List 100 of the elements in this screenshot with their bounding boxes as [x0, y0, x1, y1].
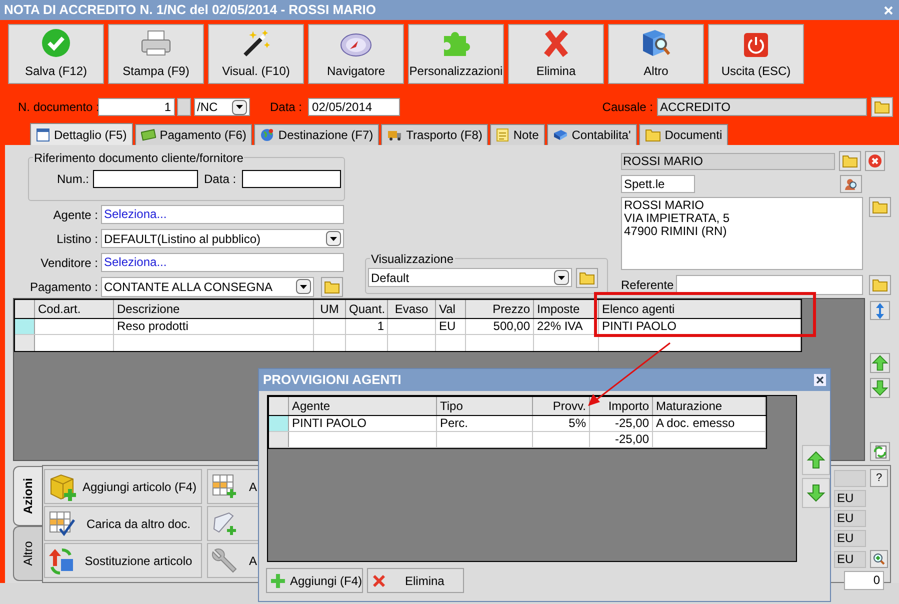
toolbar-button[interactable]: Altro [608, 24, 704, 84]
toolbar-button[interactable]: Stampa (F9) [108, 24, 204, 84]
up-arrow-icon [871, 353, 890, 373]
causale-field[interactable]: ACCREDITO [657, 98, 867, 116]
wrench-icon [211, 546, 239, 574]
folder-button[interactable] [321, 276, 343, 296]
field-label: Venditore : [40, 254, 99, 272]
folder-button[interactable] [871, 97, 893, 117]
dropdown-button[interactable] [232, 100, 247, 114]
folder-button[interactable] [869, 197, 891, 217]
customer-name-field[interactable]: ROSSI MARIO [621, 152, 835, 170]
toolbar-button[interactable]: Salva (F12) [8, 24, 104, 84]
close-button[interactable] [814, 374, 826, 386]
caret-icon [558, 276, 565, 280]
address-line: VIA IMPIETRATA, 5 [624, 212, 731, 225]
folder-button[interactable] [576, 268, 598, 288]
tab[interactable]: Contabilita' [546, 124, 637, 145]
action-button[interactable]: Aggiungi articolo (F4) [44, 469, 202, 504]
tab[interactable]: Pagamento (F6) [134, 124, 252, 145]
toolbar-button[interactable]: Elimina [508, 24, 604, 84]
move-down-button[interactable] [870, 378, 890, 398]
field-label: Num.: [57, 171, 90, 188]
scroll-add-icon [211, 510, 239, 538]
search-person-button[interactable] [840, 175, 862, 193]
folder-button[interactable] [869, 275, 891, 295]
move-up-button[interactable] [870, 353, 890, 373]
vertical-tab[interactable]: Altro [13, 526, 42, 581]
column-header: Elenco agenti [599, 300, 801, 318]
dropdown-button[interactable] [326, 231, 341, 246]
series-dropdown[interactable]: /NC [194, 98, 250, 116]
refresh-button[interactable] [870, 442, 890, 461]
globe-icon [260, 128, 274, 142]
folder-icon [579, 270, 595, 284]
count-field: 0 [844, 571, 884, 590]
dialog-button[interactable]: Aggiungi (F4) [266, 568, 363, 593]
address-line: ROSSI MARIO [624, 199, 706, 212]
dropdown-field[interactable]: DEFAULT(Listino al pubblico) [101, 229, 344, 248]
address-field[interactable]: ROSSI MARIO VIA IMPIETRATA, 5 47900 RIMINI (RN) [621, 197, 863, 270]
move-down-button[interactable] [802, 478, 830, 508]
vertical-tab[interactable]: Azioni [13, 466, 42, 526]
toolbar-button[interactable]: Personalizzazioni [408, 24, 504, 84]
help-button[interactable]: ? [870, 469, 888, 487]
compass-icon [340, 32, 372, 58]
select-link-field[interactable]: Seleziona... [101, 253, 344, 272]
down-arrow-icon [806, 483, 826, 503]
tab[interactable]: Documenti [638, 124, 728, 145]
toolbar-button[interactable]: Visual. (F10) [208, 24, 304, 84]
remove-button[interactable] [865, 151, 885, 171]
dropdown-field[interactable]: CONTANTE ALLA CONSEGNA [101, 276, 314, 296]
move-up-button[interactable] [802, 445, 830, 475]
toolbar-button[interactable]: Uscita (ESC) [708, 24, 804, 84]
dropdown-button[interactable] [296, 279, 311, 294]
folder-icon [644, 128, 661, 142]
table-cell: 1 [377, 319, 384, 333]
tab[interactable]: Trasporto (F8) [381, 124, 488, 145]
folder-icon [842, 154, 858, 168]
refresh-icon [873, 444, 888, 458]
row-header[interactable] [269, 416, 289, 431]
move-button[interactable] [870, 301, 890, 320]
row-header[interactable] [15, 319, 35, 334]
date-field[interactable]: 02/05/2014 [308, 98, 400, 116]
column-header: Maturazione [653, 397, 766, 415]
row-header[interactable] [269, 432, 289, 447]
zoom-in-icon [873, 553, 885, 565]
caret-icon [300, 284, 307, 288]
table-cell: PINTI PAOLO [602, 319, 676, 333]
dropdown-button[interactable] [554, 270, 569, 285]
checkmark-icon [41, 28, 71, 58]
tab[interactable]: Note [490, 124, 545, 145]
dialog-button[interactable]: Elimina [367, 568, 464, 593]
folder-icon [874, 100, 890, 114]
action-button[interactable]: Carica da altro doc. [44, 506, 202, 541]
column-header: Prezzo [466, 300, 534, 318]
zoom-button[interactable] [870, 550, 888, 568]
tab[interactable]: Dettaglio (F5) [30, 123, 133, 145]
select-link-field[interactable]: Seleziona... [101, 205, 344, 224]
date-input[interactable] [242, 170, 342, 188]
note-icon [496, 128, 510, 142]
person-search-icon [844, 177, 858, 191]
column-header: Val [436, 300, 466, 318]
tab[interactable]: Destinazione (F7) [254, 124, 380, 145]
folder-icon [872, 200, 888, 214]
spin-button[interactable] [177, 98, 191, 116]
toolbar-button[interactable]: Navigatore [308, 24, 404, 84]
folder-icon [872, 278, 888, 292]
action-button[interactable]: Sostituzione articolo [44, 543, 202, 578]
salutation-field[interactable]: Spett.le [621, 175, 695, 193]
printer-icon [140, 30, 172, 58]
field-label: Listino : [56, 230, 99, 248]
banknote-icon [140, 129, 156, 141]
document-number-field[interactable]: 1 [98, 98, 175, 116]
column-header: Evaso [388, 300, 436, 318]
table-cell: 5% [568, 416, 586, 430]
table-cell: EU [439, 319, 456, 333]
row-header[interactable] [15, 335, 35, 351]
dropdown-field[interactable]: Default [368, 268, 572, 287]
currency-field: EU [834, 530, 866, 547]
table-cell: 500,00 [493, 319, 530, 333]
number-input[interactable] [93, 170, 198, 188]
table-cell: Reso prodotti [117, 319, 188, 333]
